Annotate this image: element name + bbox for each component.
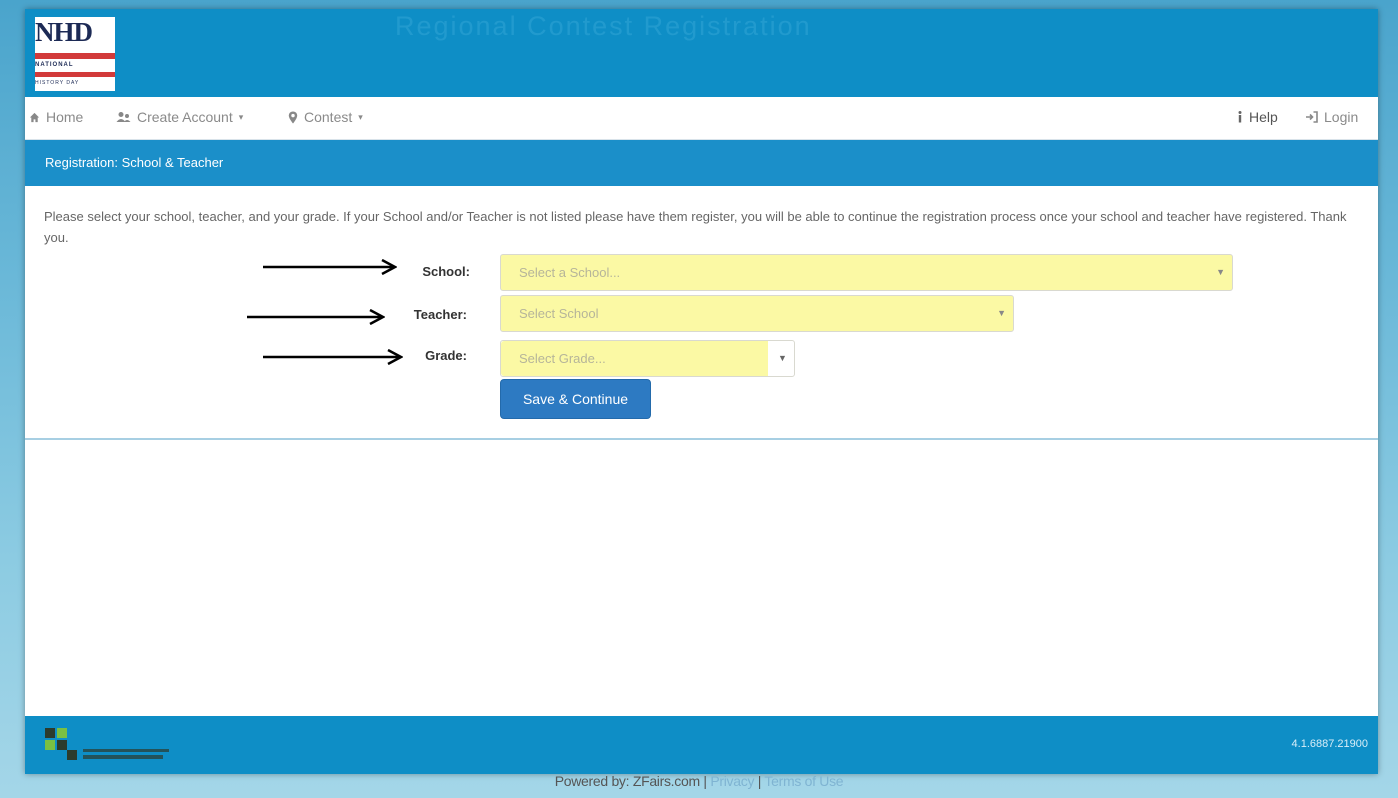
logo-square <box>45 740 55 750</box>
grade-select[interactable]: Select Grade... ▼ <box>500 340 795 377</box>
powered-by: Powered by: ZFairs.com | Privacy | Terms… <box>0 773 1398 789</box>
logo-square <box>67 750 77 760</box>
users-icon <box>116 111 131 123</box>
nav-help[interactable]: Help <box>1237 109 1278 125</box>
chevron-down-icon: ▾ <box>238 111 244 122</box>
school-select[interactable]: Select a School... ▼ <box>500 254 1233 291</box>
info-icon <box>1237 111 1243 123</box>
logo-square <box>57 728 67 738</box>
logo-wordmark <box>83 749 169 752</box>
map-marker-icon <box>288 111 298 124</box>
footer-separator: | <box>757 773 762 789</box>
grade-label: Grade: <box>425 348 467 363</box>
nhd-logo[interactable]: NHD NATIONAL HISTORY DAY <box>35 17 115 91</box>
arrow-right-icon <box>263 259 397 275</box>
nav-home[interactable]: Home <box>29 109 83 125</box>
nav-contest[interactable]: Contest ▾ <box>288 109 363 125</box>
logo-red-bar-2 <box>35 72 115 77</box>
app-window: NHD NATIONAL HISTORY DAY Regional Contes… <box>25 9 1378 774</box>
panel-heading: Registration: School & Teacher <box>25 140 1378 186</box>
nav-home-label: Home <box>46 109 84 125</box>
intro-text: Please select your school, teacher, and … <box>44 209 1347 245</box>
school-label: School: <box>422 264 470 279</box>
header-title: Regional Contest Registration <box>395 11 812 41</box>
arrow-right-icon <box>247 309 385 325</box>
nav-help-label: Help <box>1249 109 1278 125</box>
teacher-label: Teacher: <box>413 307 467 322</box>
terms-link[interactable]: Terms of Use <box>764 773 843 789</box>
grade-select-field: Select Grade... <box>501 341 768 376</box>
save-continue-button[interactable]: Save & Continue <box>500 379 651 419</box>
nav-create-account[interactable]: Create Account ▾ <box>116 109 243 125</box>
teacher-select-placeholder: Select School <box>519 306 599 321</box>
top-navbar: Home Create Account ▾ Contest ▾ Help Log… <box>25 97 1378 140</box>
grade-select-placeholder: Select Grade... <box>519 351 606 366</box>
site-header: NHD NATIONAL HISTORY DAY Regional Contes… <box>25 9 1378 97</box>
logo-wordmark <box>83 755 163 759</box>
privacy-link[interactable]: Privacy <box>710 773 754 789</box>
nav-contest-label: Contest <box>304 109 353 125</box>
nav-login-label: Login <box>1324 109 1359 125</box>
version-label: 4.1.6887.21900 <box>1291 738 1368 750</box>
logo-red-bar <box>35 53 115 59</box>
teacher-select[interactable]: Select School ▼ <box>500 295 1014 332</box>
logo-square <box>45 728 55 738</box>
chevron-down-icon: ▾ <box>358 111 363 122</box>
school-select-placeholder: Select a School... <box>519 265 621 280</box>
site-footer: 4.1.6887.21900 <box>25 716 1378 774</box>
caret-down-icon: ▼ <box>997 308 1006 318</box>
nav-login[interactable]: Login <box>1305 109 1358 125</box>
logo-square <box>57 740 67 750</box>
powered-by-text: Powered by: ZFairs.com | <box>554 773 707 789</box>
home-icon <box>29 112 40 123</box>
logo-text: NHD <box>35 17 93 47</box>
panel-title: Registration: School & Teacher <box>45 155 224 170</box>
caret-down-icon: ▼ <box>778 353 787 363</box>
caret-down-icon: ▼ <box>1216 267 1225 277</box>
nav-create-account-label: Create Account <box>137 109 233 125</box>
logo-subtitle: NATIONAL <box>35 62 74 68</box>
logo-subtitle-2: HISTORY DAY <box>35 80 80 86</box>
sign-in-icon <box>1305 111 1318 123</box>
zlogo[interactable] <box>45 728 170 764</box>
